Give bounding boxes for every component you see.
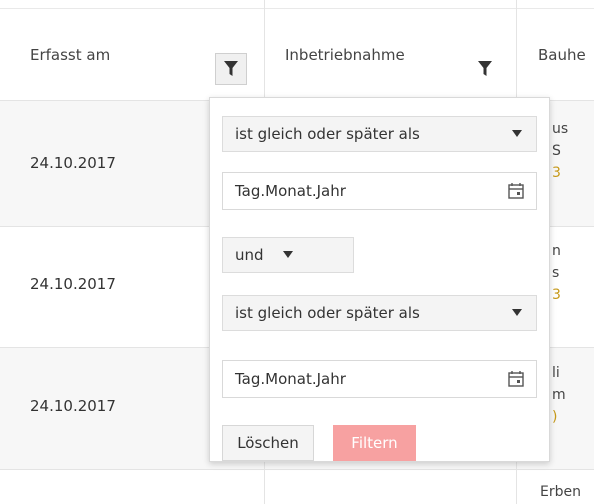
- operator-select-1[interactable]: ist gleich oder später als: [222, 116, 537, 152]
- filter-popup: ist gleich oder später als Tag.Monat.Jah…: [209, 97, 550, 462]
- clear-button[interactable]: Löschen: [222, 425, 314, 461]
- filter-submit-button-label: Filtern: [351, 434, 398, 452]
- cell-erfasst-am: 24.10.2017: [30, 154, 116, 172]
- cell-peek: Erben: [540, 484, 581, 500]
- caret-down-icon: [283, 251, 293, 258]
- data-grid: Erfasst am Inbetriebnahme Bauhe 24.10.20…: [0, 0, 594, 504]
- cell-peek-line: 3: [552, 165, 561, 181]
- funnel-icon: [224, 61, 238, 76]
- logic-select[interactable]: und: [222, 237, 354, 273]
- column-header-bauherr[interactable]: Bauhe: [538, 9, 594, 101]
- date-input-2-placeholder: Tag.Monat.Jahr: [235, 370, 346, 388]
- caret-down-icon: [512, 130, 522, 137]
- cell-peek: li m ): [552, 362, 566, 428]
- filter-button-inbetriebnahme[interactable]: [469, 53, 501, 85]
- operator-select-2[interactable]: ist gleich oder später als: [222, 295, 537, 331]
- filter-submit-button[interactable]: Filtern: [333, 425, 416, 461]
- clear-button-label: Löschen: [237, 434, 299, 452]
- calendar-icon[interactable]: [496, 173, 536, 209]
- calendar-icon[interactable]: [496, 361, 536, 397]
- cell-peek-line: ): [552, 409, 558, 425]
- cell-peek-line: m: [552, 387, 566, 403]
- cell-peek: us S 3: [552, 118, 568, 184]
- date-input-1[interactable]: Tag.Monat.Jahr: [222, 172, 537, 210]
- date-input-2[interactable]: Tag.Monat.Jahr: [222, 360, 537, 398]
- cell-erfasst-am: 24.10.2017: [30, 397, 116, 415]
- caret-down-icon: [512, 309, 522, 316]
- cell-erfasst-am: 24.10.2017: [30, 275, 116, 293]
- funnel-icon: [478, 61, 492, 76]
- operator-select-1-value: ist gleich oder später als: [235, 125, 420, 143]
- cell-peek: n s 3: [552, 240, 561, 306]
- cell-peek-line: n: [552, 243, 561, 259]
- cell-peek-line: li: [552, 365, 560, 381]
- column-header-erfasst-am[interactable]: Erfasst am: [30, 9, 110, 101]
- operator-select-2-value: ist gleich oder später als: [235, 304, 420, 322]
- date-input-1-placeholder: Tag.Monat.Jahr: [235, 182, 346, 200]
- logic-select-value: und: [235, 246, 264, 264]
- cell-peek-line: us: [552, 121, 569, 137]
- cell-peek-line: S: [552, 143, 561, 159]
- cell-peek-line: 3: [552, 287, 561, 303]
- column-header-label: Bauhe: [538, 46, 586, 64]
- cell-peek-line: s: [552, 265, 560, 281]
- column-header-inbetriebnahme[interactable]: Inbetriebnahme: [285, 9, 405, 101]
- column-header-label: Erfasst am: [30, 46, 111, 64]
- column-header-label: Inbetriebnahme: [285, 46, 405, 64]
- filter-button-erfasst-am[interactable]: [215, 53, 247, 85]
- row-divider: [0, 469, 594, 470]
